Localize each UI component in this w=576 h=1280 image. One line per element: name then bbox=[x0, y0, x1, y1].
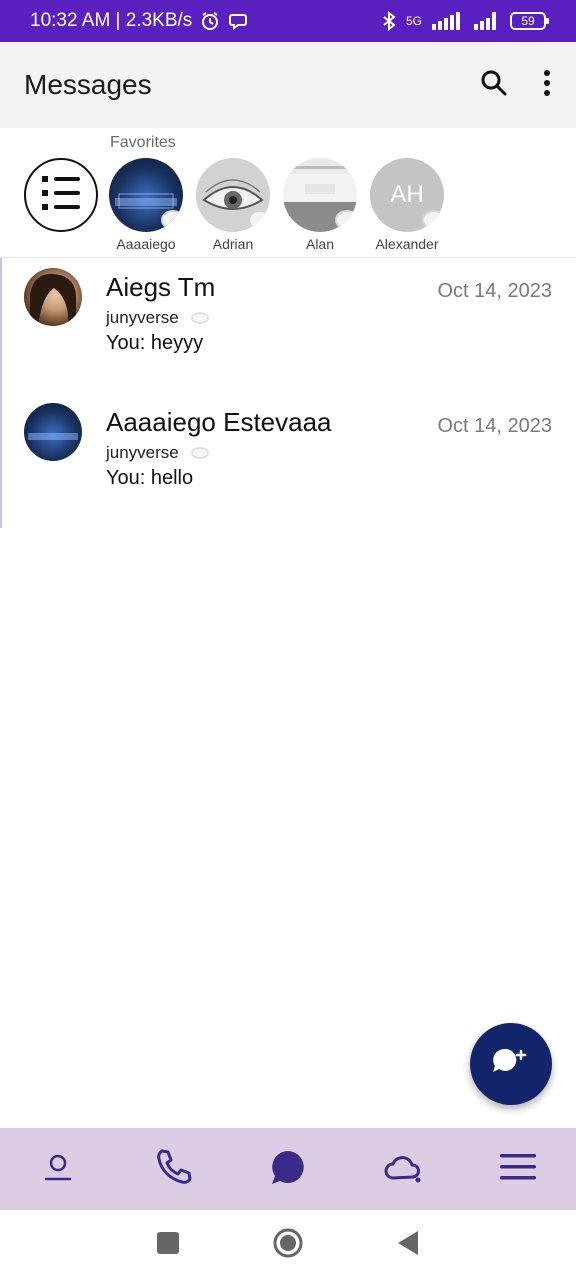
favorite-name: Adrian bbox=[212, 236, 254, 252]
search-icon[interactable] bbox=[480, 69, 508, 102]
viber-badge-icon bbox=[335, 210, 357, 230]
chat-account: junyverse bbox=[106, 308, 209, 328]
avatar-initials: AH bbox=[390, 181, 424, 208]
chat-row[interactable]: Aaaaiego Estevaaa junyverse You: hello O… bbox=[0, 393, 576, 528]
list-icon bbox=[40, 173, 82, 218]
phone-icon bbox=[154, 1148, 192, 1191]
recents-icon[interactable] bbox=[156, 1231, 180, 1260]
network-type: 5G bbox=[405, 14, 422, 28]
favorite-item[interactable]: Alan bbox=[270, 158, 370, 252]
viber-badge-icon bbox=[161, 210, 183, 230]
more-vert-icon[interactable] bbox=[542, 69, 552, 102]
system-nav bbox=[0, 1210, 576, 1280]
chat-name: Aaaaiego Estevaaa bbox=[106, 407, 332, 437]
chat-name: Aiegs Tm bbox=[106, 272, 216, 302]
avatar bbox=[109, 158, 183, 232]
chat-date: Oct 14, 2023 bbox=[437, 415, 552, 437]
back-icon[interactable] bbox=[396, 1230, 420, 1261]
new-chat-icon bbox=[491, 1045, 531, 1084]
profile-icon bbox=[43, 1152, 73, 1187]
avatar bbox=[24, 268, 82, 326]
new-chat-button[interactable] bbox=[470, 1023, 552, 1105]
bluetooth-icon bbox=[382, 11, 396, 31]
viber-badge-icon bbox=[190, 447, 209, 459]
favorite-name: Aaaaiego bbox=[116, 236, 176, 252]
alarm-icon bbox=[200, 11, 220, 31]
bottom-nav bbox=[0, 1128, 576, 1210]
chat-list: Aiegs Tm junyverse You: heyyy Oct 14, 20… bbox=[0, 258, 576, 528]
chat-preview: You: hello bbox=[106, 467, 194, 489]
battery-icon: 59 bbox=[510, 12, 549, 30]
page-title: Messages bbox=[24, 69, 152, 100]
nav-profile[interactable] bbox=[23, 1134, 93, 1204]
favorite-item[interactable]: AH Alexander bbox=[357, 158, 457, 252]
cloud-icon bbox=[383, 1150, 423, 1189]
status-time: 10:32 AM | 2.3KB/s bbox=[30, 10, 193, 31]
favorites-section: Favorites Aaaaiego Adrian Alan AH Alexan bbox=[0, 128, 576, 258]
battery-level: 59 bbox=[521, 14, 535, 28]
menu-icon bbox=[500, 1152, 537, 1187]
favorite-name: Alan bbox=[305, 236, 335, 252]
chat-icon bbox=[269, 1148, 307, 1191]
favorites-label: Favorites bbox=[110, 134, 176, 151]
chat-row[interactable]: Aiegs Tm junyverse You: heyyy Oct 14, 20… bbox=[0, 258, 576, 393]
signal-2-icon bbox=[474, 12, 500, 30]
chat-account: junyverse bbox=[106, 443, 209, 463]
nav-calls[interactable] bbox=[138, 1134, 208, 1204]
chat-date: Oct 14, 2023 bbox=[437, 280, 552, 302]
avatar bbox=[283, 158, 357, 232]
chat-account-name: junyverse bbox=[106, 308, 179, 327]
signal-icon bbox=[432, 12, 464, 30]
nav-more[interactable] bbox=[483, 1134, 553, 1204]
viber-badge-icon bbox=[422, 210, 444, 230]
favorite-item[interactable]: Aaaaiego bbox=[96, 158, 196, 252]
viber-status-icon bbox=[228, 11, 248, 31]
chat-preview: You: heyyy bbox=[106, 332, 204, 354]
app-bar: Messages bbox=[0, 42, 576, 128]
avatar bbox=[24, 403, 82, 461]
nav-chats[interactable] bbox=[253, 1134, 323, 1204]
chat-account-name: junyverse bbox=[106, 443, 179, 462]
viber-badge-icon bbox=[248, 210, 270, 230]
status-bar: 10:32 AM | 2.3KB/s 5G 59 bbox=[0, 0, 576, 42]
favorite-name: Alexander bbox=[375, 236, 439, 252]
favorite-item[interactable]: Adrian bbox=[183, 158, 283, 252]
avatar: AH bbox=[370, 158, 444, 232]
home-icon[interactable] bbox=[272, 1227, 304, 1264]
viber-badge-icon bbox=[190, 312, 209, 324]
nav-explore[interactable] bbox=[368, 1134, 438, 1204]
contacts-list-button[interactable] bbox=[24, 158, 98, 232]
avatar bbox=[196, 158, 270, 232]
